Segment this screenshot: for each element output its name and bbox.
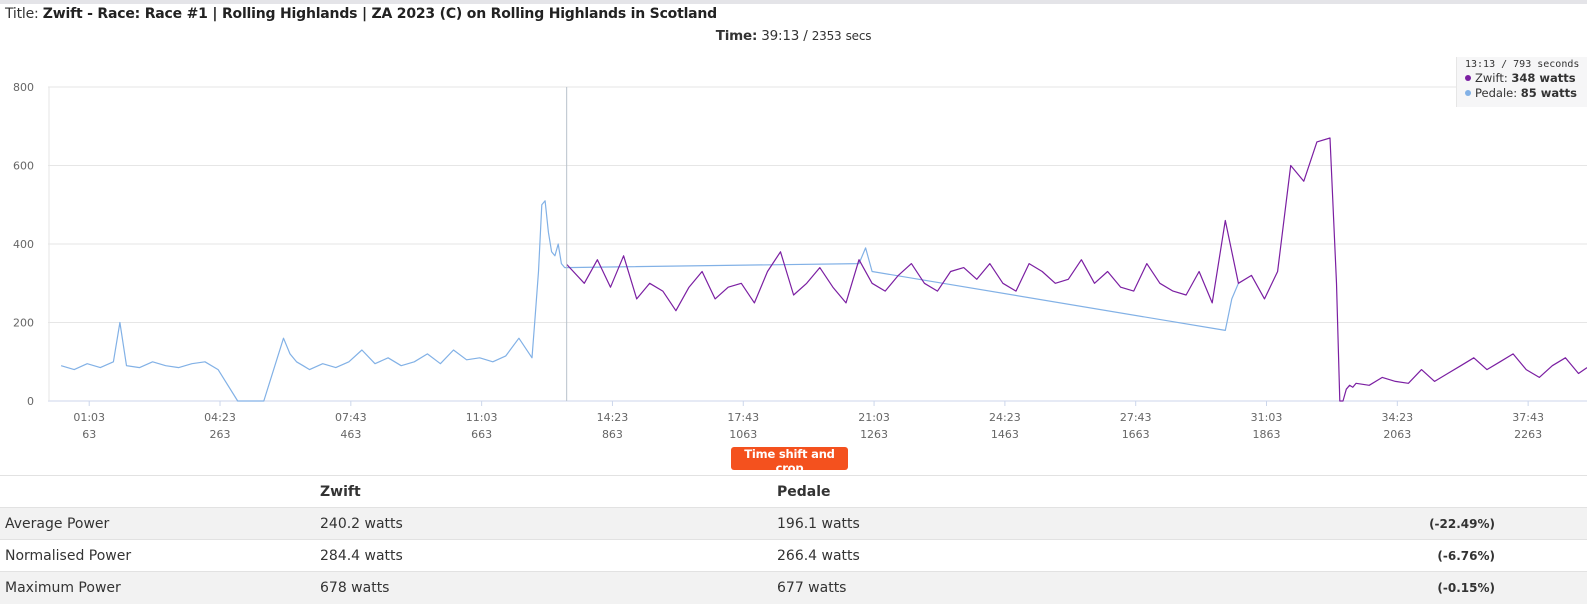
title-value: Zwift - Race: Race #1 | Rolling Highland… [42, 6, 718, 22]
pedale-value: 677 watts [772, 571, 1392, 604]
tooltip-series-name: Zwift [1475, 71, 1504, 85]
y-axis-labels: 0 200 400 600 800 [13, 81, 34, 408]
x-tick-secs: 1463 [991, 428, 1019, 441]
chart-tooltip: 13:13 / 793 seconds Zwift: 348 watts Ped… [1456, 57, 1587, 107]
time-value: 39:13 / [761, 28, 808, 44]
pedale-dot-icon [1465, 90, 1471, 96]
pedale-value: 266.4 watts [772, 539, 1392, 572]
time-label: Time: [715, 28, 758, 44]
metric-label: Average Power [0, 507, 310, 540]
tooltip-series-value: 85 watts [1520, 86, 1577, 100]
table-row: Average Power 240.2 watts 196.1 watts (-… [0, 507, 1587, 540]
title-label: Title: [5, 6, 39, 22]
table-row: Maximum Power 678 watts 677 watts (-0.15… [0, 571, 1587, 604]
x-tick-time: 17:43 [727, 411, 759, 424]
series-line-zwift [566, 137, 1587, 402]
x-tick-secs: 863 [602, 428, 623, 441]
table-row: Normalised Power 284.4 watts 266.4 watts… [0, 539, 1587, 572]
tooltip-series-name: Pedale [1475, 86, 1514, 100]
pedale-value: 196.1 watts [772, 507, 1392, 540]
time-readout: Time: 39:13 / 2353 secs [0, 28, 1587, 44]
x-tick-time: 04:23 [204, 411, 236, 424]
header-blank [0, 475, 310, 508]
x-tick-secs: 1863 [1253, 428, 1281, 441]
x-tick-time: 14:23 [597, 411, 629, 424]
stats-header-row: Zwift Pedale [0, 475, 1587, 508]
x-tick-time: 01:03 [73, 411, 105, 424]
x-tick-time: 27:43 [1120, 411, 1152, 424]
x-tick-time: 07:43 [335, 411, 367, 424]
diff-value: (-0.15%) [1392, 571, 1587, 604]
x-tick-secs: 2263 [1514, 428, 1542, 441]
x-tick-secs: 1263 [860, 428, 888, 441]
zwift-value: 678 watts [310, 571, 772, 604]
x-tick-time: 34:23 [1381, 411, 1413, 424]
metric-label: Normalised Power [0, 539, 310, 572]
page-title: Title: Zwift - Race: Race #1 | Rolling H… [5, 6, 717, 22]
x-tick-time: 24:23 [989, 411, 1021, 424]
tooltip-row-pedale: Pedale: 85 watts [1465, 86, 1587, 101]
series-line-pedale [60, 200, 1239, 402]
x-tick-secs: 463 [340, 428, 361, 441]
header-zwift: Zwift [310, 475, 772, 508]
y-tick-label: 600 [13, 160, 34, 173]
x-tick-secs: 263 [210, 428, 231, 441]
x-tick-time: 11:03 [466, 411, 498, 424]
metric-label: Maximum Power [0, 571, 310, 604]
chart-grid [48, 86, 1587, 406]
x-axis-labels: 01:03 63 04:23 263 07:43 463 11:03 663 14:23 863 1… [73, 411, 1544, 441]
power-chart[interactable]: 0 200 400 600 800 01:03 63 04:23 263 07:43 463 11:… [0, 50, 1587, 445]
time-shift-crop-button[interactable]: Time shift and crop [731, 447, 848, 475]
time-seconds: 2353 [811, 29, 842, 43]
diff-value: (-22.49%) [1392, 507, 1587, 540]
x-tick-secs: 1663 [1122, 428, 1150, 441]
zwift-value: 284.4 watts [310, 539, 772, 572]
y-tick-label: 0 [27, 395, 34, 408]
tooltip-series-value: 348 watts [1511, 71, 1576, 85]
x-tick-secs: 63 [82, 428, 96, 441]
zwift-dot-icon [1465, 75, 1471, 81]
x-tick-time: 31:03 [1251, 411, 1283, 424]
stats-table: Zwift Pedale Average Power 240.2 watts 1… [0, 475, 1587, 604]
x-tick-time: 37:43 [1512, 411, 1544, 424]
header-pedale: Pedale [772, 475, 1392, 508]
y-tick-label: 800 [13, 81, 34, 94]
chart-series [60, 137, 1587, 402]
y-tick-label: 400 [13, 238, 34, 251]
x-tick-secs: 663 [471, 428, 492, 441]
x-tick-time: 21:03 [858, 411, 890, 424]
y-tick-label: 200 [13, 317, 34, 330]
x-tick-secs: 1063 [729, 428, 757, 441]
tooltip-row-zwift: Zwift: 348 watts [1465, 71, 1587, 86]
header-diff [1392, 475, 1587, 508]
top-border [0, 0, 1587, 4]
diff-value: (-6.76%) [1392, 539, 1587, 572]
tooltip-time: 13:13 / 793 seconds [1465, 59, 1580, 70]
x-tick-secs: 2063 [1383, 428, 1411, 441]
zwift-value: 240.2 watts [310, 507, 772, 540]
time-unit: secs [845, 29, 872, 43]
